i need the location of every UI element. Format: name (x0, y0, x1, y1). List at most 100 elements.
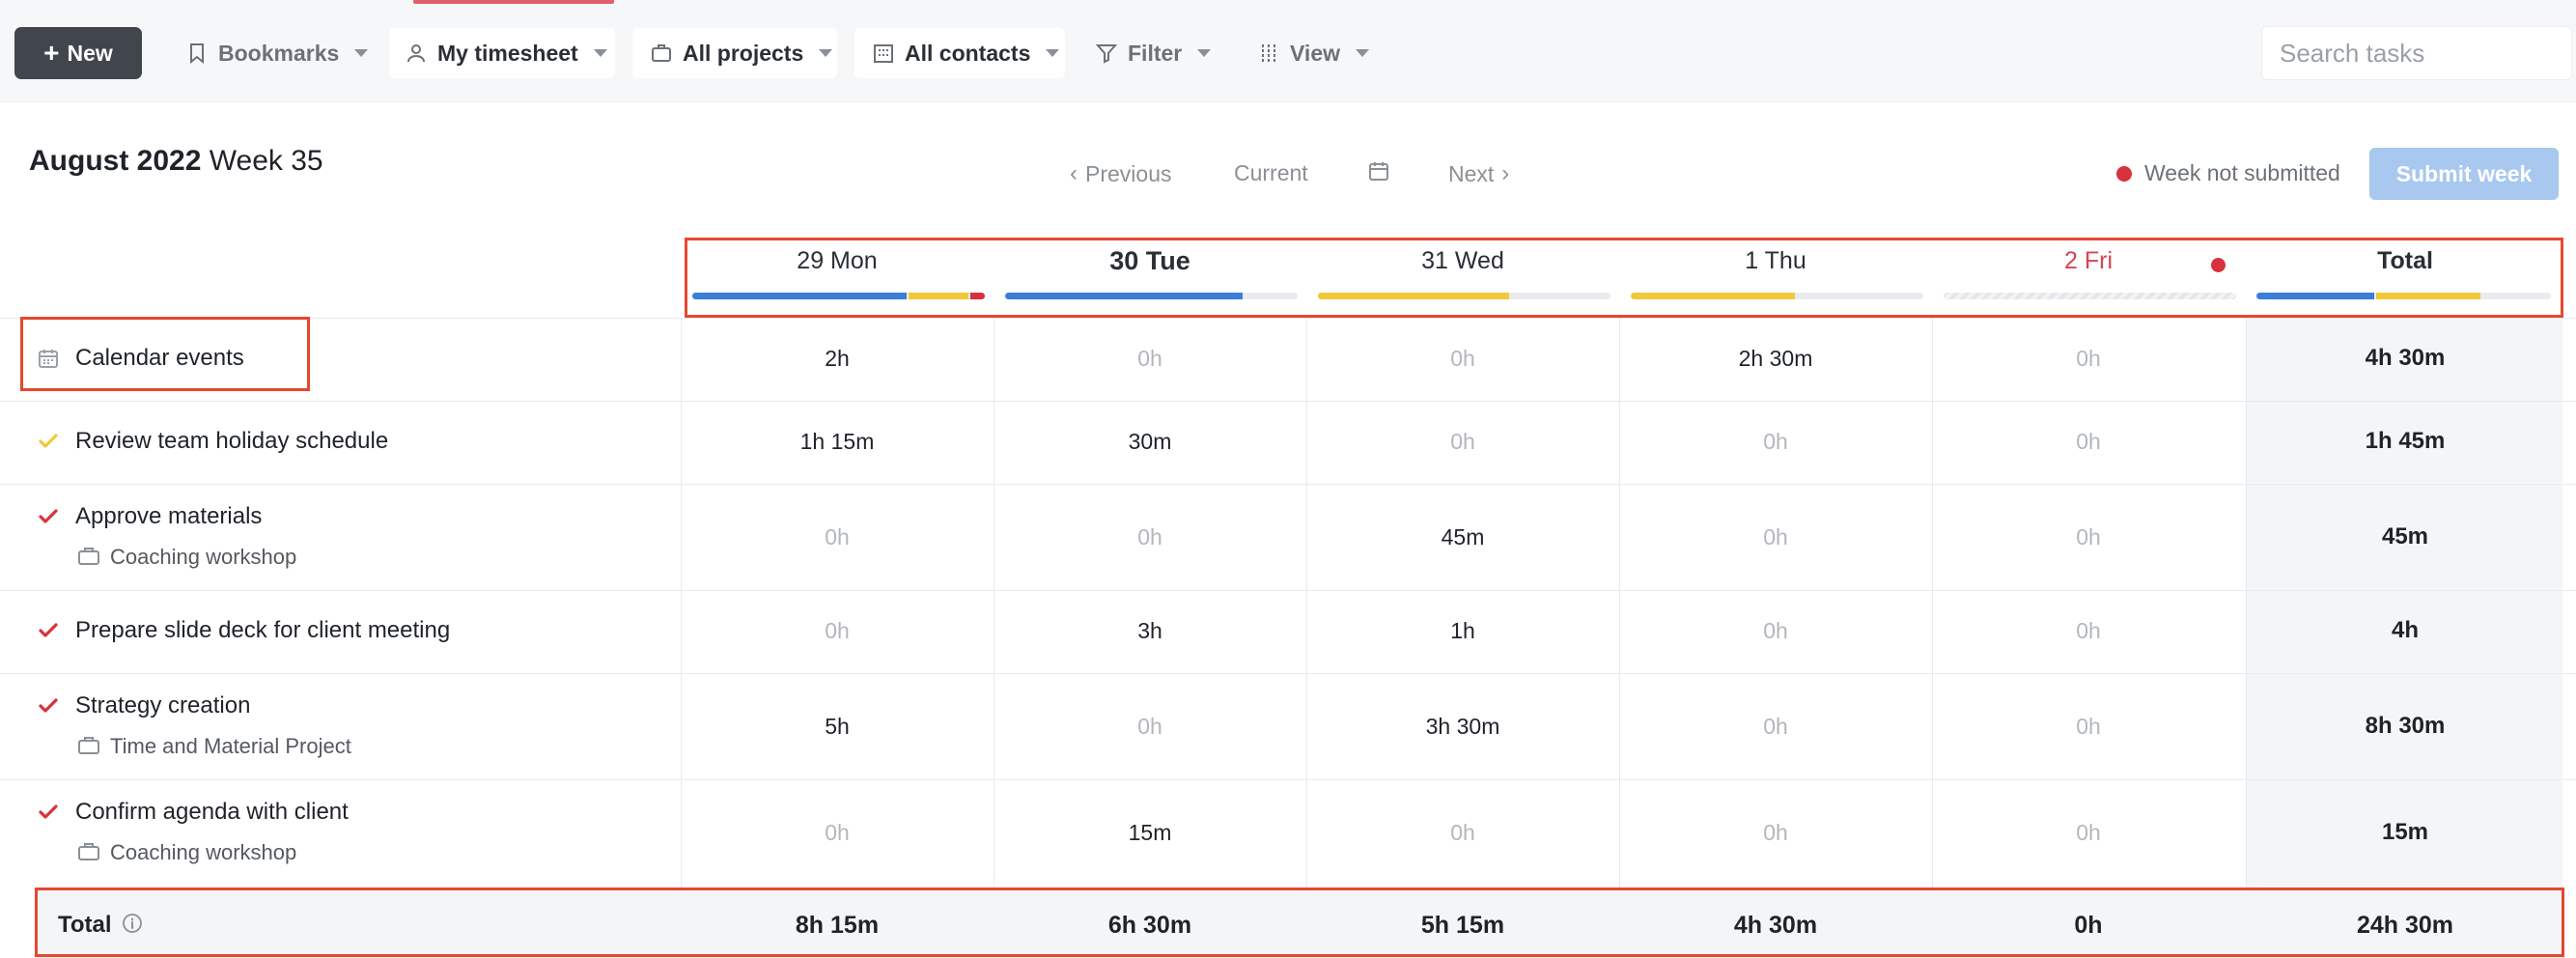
bar-segment (1631, 293, 1795, 299)
filter-dropdown[interactable]: Filter (1095, 28, 1220, 78)
hours-cell[interactable]: 15m (994, 820, 1306, 846)
active-tab-indicator (413, 0, 614, 4)
hours-cell[interactable]: 0h (994, 714, 1306, 740)
row-total: 1h 45m (2365, 428, 2446, 454)
funnel-icon (1095, 42, 1118, 65)
task-project[interactable]: Coaching workshop (110, 545, 296, 570)
hours-cell[interactable]: 1h (1306, 618, 1619, 644)
task-name[interactable]: Review team holiday schedule (75, 428, 388, 455)
grand-total: 24h 30m (2356, 912, 2454, 939)
search-placeholder: Search tasks (2280, 38, 2425, 68)
page-title: August 2022 Week 35 (29, 145, 323, 178)
hours-cell[interactable]: 0h (1619, 429, 1932, 455)
hours-cell[interactable]: 0h (681, 820, 994, 846)
new-button-label: New (67, 40, 113, 66)
hours-cell[interactable]: 0h (1306, 346, 1619, 372)
day-total: 4h 30m (1733, 912, 1818, 939)
day-header-fri[interactable]: 2 Fri (1932, 247, 2245, 275)
bar-segment (2256, 293, 2374, 299)
row-divider (0, 590, 2576, 591)
day-total: 0h (2074, 912, 2103, 939)
chevron-right-icon: › (1501, 160, 1510, 186)
calendar-icon (39, 350, 58, 368)
row-total: 15m (2381, 819, 2429, 845)
hours-cell[interactable]: 3h (994, 618, 1306, 644)
contacts-label: All contacts (905, 40, 1031, 66)
chevron-down-icon (1356, 49, 1369, 57)
task-name[interactable]: Prepare slide deck for client meeting (75, 617, 450, 644)
hours-cell[interactable]: 0h (1932, 429, 2245, 455)
chevron-left-icon: ‹ (1070, 160, 1078, 186)
day-bar-fri (1944, 293, 2236, 299)
hours-cell[interactable]: 0h (1619, 618, 1932, 644)
hours-cell[interactable]: 3h 30m (1306, 714, 1619, 740)
task-name[interactable]: Calendar events (75, 345, 244, 372)
day-bar-tue (1005, 293, 1298, 299)
hours-cell[interactable]: 0h (1619, 820, 1932, 846)
submit-week-button[interactable]: Submit week (2369, 148, 2559, 200)
previous-week-button[interactable]: ‹ Previous (1070, 160, 1171, 187)
building-icon (872, 42, 895, 65)
hours-cell[interactable]: 0h (1306, 820, 1619, 846)
hours-cell[interactable]: 0h (1619, 524, 1932, 550)
day-bar-wed (1318, 293, 1610, 299)
day-total: 6h 30m (1107, 912, 1192, 939)
hours-cell[interactable]: 2h (681, 346, 994, 372)
row-total: 4h (2391, 617, 2419, 643)
hours-cell[interactable]: 0h (994, 524, 1306, 550)
hours-cell[interactable]: 0h (1306, 429, 1619, 455)
hours-cell[interactable]: 0h (1932, 618, 2245, 644)
previous-label: Previous (1085, 160, 1172, 186)
toolbar: + New Bookmarks My timesheet All project… (0, 0, 2576, 102)
hours-cell[interactable]: 0h (994, 346, 1306, 372)
total-column-background (2246, 318, 2562, 888)
task-name[interactable]: Strategy creation (75, 692, 250, 719)
new-button[interactable]: + New (14, 27, 142, 79)
bar-segment (2376, 293, 2480, 299)
calendar-icon (1369, 162, 1388, 181)
hours-cell[interactable]: 0h (1932, 346, 2245, 372)
next-week-button[interactable]: Next › (1448, 160, 1509, 187)
briefcase-icon (78, 548, 99, 565)
sliders-icon (1257, 42, 1280, 65)
search-input[interactable]: Search tasks (2261, 26, 2572, 80)
day-header-thu[interactable]: 1 Thu (1619, 247, 1932, 275)
hours-cell[interactable]: 30m (994, 429, 1306, 455)
check-icon (39, 698, 58, 713)
hours-cell[interactable]: 0h (1932, 524, 2245, 550)
hours-cell[interactable]: 0h (1619, 714, 1932, 740)
hours-cell[interactable]: 1h 15m (681, 429, 994, 455)
projects-dropdown[interactable]: All projects (632, 28, 837, 78)
hours-cell[interactable]: 0h (681, 524, 994, 550)
current-week-button[interactable]: Current (1234, 160, 1308, 186)
bookmarks-dropdown[interactable]: Bookmarks (182, 28, 369, 78)
view-label: View (1290, 40, 1340, 66)
task-name[interactable]: Confirm agenda with client (75, 799, 349, 826)
column-divider (2246, 318, 2247, 888)
day-header-mon[interactable]: 29 Mon (681, 247, 994, 275)
briefcase-icon (650, 42, 673, 65)
hours-cell[interactable]: 0h (681, 618, 994, 644)
day-total: 5h 15m (1420, 912, 1505, 939)
hours-cell[interactable]: 2h 30m (1619, 346, 1932, 372)
status-indicator-icon (2116, 166, 2132, 182)
day-total: 8h 15m (795, 912, 880, 939)
contacts-dropdown[interactable]: All contacts (854, 28, 1065, 78)
task-project[interactable]: Coaching workshop (110, 840, 296, 865)
timesheet-dropdown[interactable]: My timesheet (389, 28, 615, 78)
chevron-down-icon (819, 49, 833, 57)
bookmarks-label: Bookmarks (218, 40, 340, 66)
view-dropdown[interactable]: View (1257, 28, 1383, 78)
hours-cell[interactable]: 45m (1306, 524, 1619, 550)
calendar-picker-button[interactable] (1367, 159, 1390, 183)
user-icon (405, 42, 428, 65)
day-header-wed[interactable]: 31 Wed (1306, 247, 1619, 275)
task-project[interactable]: Time and Material Project (110, 734, 351, 759)
week-status-text: Week not submitted (2144, 160, 2340, 185)
hours-cell[interactable]: 0h (1932, 820, 2245, 846)
hours-cell[interactable]: 5h (681, 714, 994, 740)
info-icon[interactable] (122, 913, 143, 934)
task-name[interactable]: Approve materials (75, 503, 262, 530)
day-header-tue[interactable]: 30 Tue (994, 246, 1306, 276)
hours-cell[interactable]: 0h (1932, 714, 2245, 740)
